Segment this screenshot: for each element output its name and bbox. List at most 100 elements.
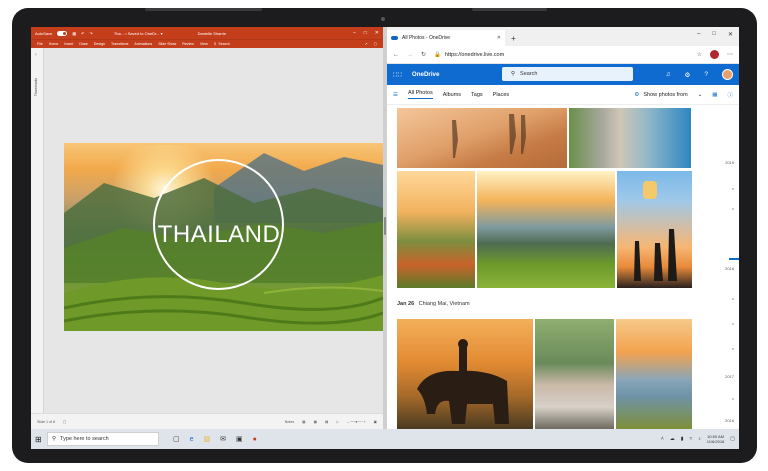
menu-animations[interactable]: Animations	[134, 42, 152, 46]
hamburger-icon[interactable]: ☰	[393, 92, 398, 98]
windows-start-icon[interactable]: ⊞	[35, 435, 47, 444]
tab-tags[interactable]: Tags	[471, 92, 483, 98]
user-name[interactable]: Danielle Sharrie	[198, 31, 226, 36]
powerpoint-icon[interactable]: ●	[253, 436, 257, 443]
timeline-current-marker[interactable]	[729, 258, 739, 260]
notifications-icon[interactable]: ♫	[666, 71, 671, 78]
photo-market[interactable]	[535, 319, 614, 429]
share-icon[interactable]: ↗	[365, 42, 368, 46]
onedrive-brand[interactable]: OneDrive	[412, 71, 440, 78]
document-title[interactable]: Tha... • Saved to OneDr... ▾	[114, 31, 163, 36]
timeline-year[interactable]: 2016	[725, 418, 734, 423]
more-icon[interactable]: ⋯	[727, 51, 733, 58]
menu-view[interactable]: View	[200, 42, 208, 46]
comment-icon[interactable]: ▢	[374, 42, 377, 46]
menu-insert[interactable]: Insert	[64, 42, 73, 46]
menu-file[interactable]: File	[37, 42, 43, 46]
photo-elephant[interactable]	[397, 319, 533, 429]
store-icon[interactable]: ▣	[236, 435, 243, 443]
back-icon[interactable]: ←	[393, 52, 399, 58]
sorter-view-icon[interactable]: ▦	[314, 420, 317, 424]
timeline-dot	[732, 188, 734, 190]
favorite-star-icon[interactable]: ☆	[697, 51, 702, 58]
autosave-toggle[interactable]	[57, 30, 68, 36]
mail-icon[interactable]: ✉	[220, 435, 226, 443]
maximize-icon[interactable]: □	[364, 30, 367, 36]
filter-icon[interactable]: ⚙	[634, 92, 639, 98]
profile-avatar[interactable]	[710, 50, 719, 59]
menu-design[interactable]: Design	[94, 42, 105, 46]
notes-button[interactable]: Notes	[285, 420, 294, 424]
maximize-icon[interactable]: □	[712, 31, 716, 38]
close-icon[interactable]: ✕	[375, 30, 379, 36]
menu-home[interactable]: Home	[49, 42, 59, 46]
date-timeline[interactable]: 2019 2018 2017 2016	[717, 108, 739, 429]
account-avatar[interactable]	[722, 69, 733, 80]
tab-close-icon[interactable]: ✕	[497, 35, 501, 41]
ribbon-search[interactable]: Search	[218, 42, 229, 46]
refresh-icon[interactable]: ↻	[421, 51, 426, 58]
file-explorer-icon[interactable]: ▧	[204, 435, 211, 443]
minimize-icon[interactable]: –	[697, 31, 700, 38]
clock[interactable]: 10:50 AM 11/6/2018	[707, 434, 725, 444]
photo-tea-fields[interactable]	[477, 171, 615, 288]
tab-onedrive[interactable]: All Photos - OneDrive ✕	[387, 30, 505, 46]
slideshow-icon[interactable]: ▷	[336, 420, 339, 424]
reading-view-icon[interactable]: ▤	[325, 420, 328, 424]
tablet-device: AutoSave ▩ ↶ ↷ Tha... • Saved to OneDr..…	[12, 8, 757, 463]
settings-icon[interactable]: ⚙	[685, 71, 691, 79]
normal-view-icon[interactable]: ▩	[302, 420, 305, 424]
taskbar-search-placeholder: Type here to search	[60, 436, 109, 442]
save-icon[interactable]: ▩	[72, 31, 76, 36]
info-icon[interactable]: ⓘ	[727, 91, 733, 99]
minimize-icon[interactable]: –	[353, 30, 356, 36]
photo-coastal-road[interactable]	[569, 108, 691, 168]
accessibility-icon[interactable]: ▢	[63, 420, 66, 424]
chevron-right-icon[interactable]: ›	[35, 52, 37, 58]
chevron-up-icon[interactable]: ˄	[661, 436, 664, 442]
show-photos-from[interactable]: Show photos from	[643, 92, 687, 98]
thumbnails-pane[interactable]: › Thumbnails	[31, 48, 44, 413]
photo-beach-walk[interactable]	[397, 108, 567, 168]
battery-icon[interactable]: ▮	[681, 436, 684, 442]
slide-title[interactable]: THAILAND	[124, 221, 314, 249]
wifi-icon[interactable]: ≈	[690, 436, 693, 442]
zoom-slider[interactable]: – ──●── +	[347, 420, 365, 424]
photo-lantern[interactable]	[617, 171, 692, 288]
onedrive-cloud-icon	[391, 36, 398, 40]
tab-places[interactable]: Places	[493, 92, 510, 98]
new-tab-icon[interactable]: +	[511, 34, 516, 43]
edge-icon[interactable]: e	[190, 436, 194, 443]
taskbar-search[interactable]: ⚲ Type here to search	[47, 432, 159, 446]
app-launcher-icon[interactable]: ∷∷	[393, 71, 402, 79]
help-icon[interactable]: ?	[704, 71, 708, 78]
screen: AutoSave ▩ ↶ ↷ Tha... • Saved to OneDr..…	[31, 27, 739, 449]
photo-sunset-lake[interactable]	[616, 319, 692, 429]
timeline-year[interactable]: 2018	[725, 266, 734, 271]
menu-draw[interactable]: Draw	[79, 42, 87, 46]
onedrive-search[interactable]: ⚲ Search	[502, 67, 633, 81]
tab-all-photos[interactable]: All Photos	[407, 90, 433, 99]
volume-icon[interactable]: ♪	[698, 436, 701, 442]
forward-icon[interactable]: →	[407, 52, 413, 58]
menu-slideshow[interactable]: Slide Show	[158, 42, 176, 46]
timeline-year[interactable]: 2017	[725, 374, 734, 379]
onedrive-icon[interactable]: ☁	[670, 436, 675, 442]
close-icon[interactable]: ✕	[728, 31, 733, 38]
fit-icon[interactable]: ▣	[374, 420, 377, 424]
menu-transitions[interactable]: Transitions	[111, 42, 128, 46]
timeline-year[interactable]: 2019	[725, 160, 734, 165]
tab-albums[interactable]: Albums	[443, 92, 461, 98]
search-icon[interactable]: ⚲	[214, 42, 217, 46]
menu-review[interactable]: Review	[182, 42, 194, 46]
action-center-icon[interactable]: ▢	[730, 436, 735, 442]
chevron-down-icon[interactable]: ⌄	[698, 92, 703, 98]
task-view-icon[interactable]: ▢	[173, 435, 180, 443]
url-field[interactable]: 🔒 https://onedrive.live.com	[434, 52, 504, 58]
undo-icon[interactable]: ↶	[81, 31, 84, 36]
photo-marigolds[interactable]	[397, 171, 475, 288]
grid-view-icon[interactable]: ▦	[712, 92, 717, 98]
search-icon: ⚲	[511, 71, 516, 77]
redo-icon[interactable]: ↷	[90, 31, 93, 36]
slide-canvas[interactable]: THAILAND	[64, 143, 383, 331]
